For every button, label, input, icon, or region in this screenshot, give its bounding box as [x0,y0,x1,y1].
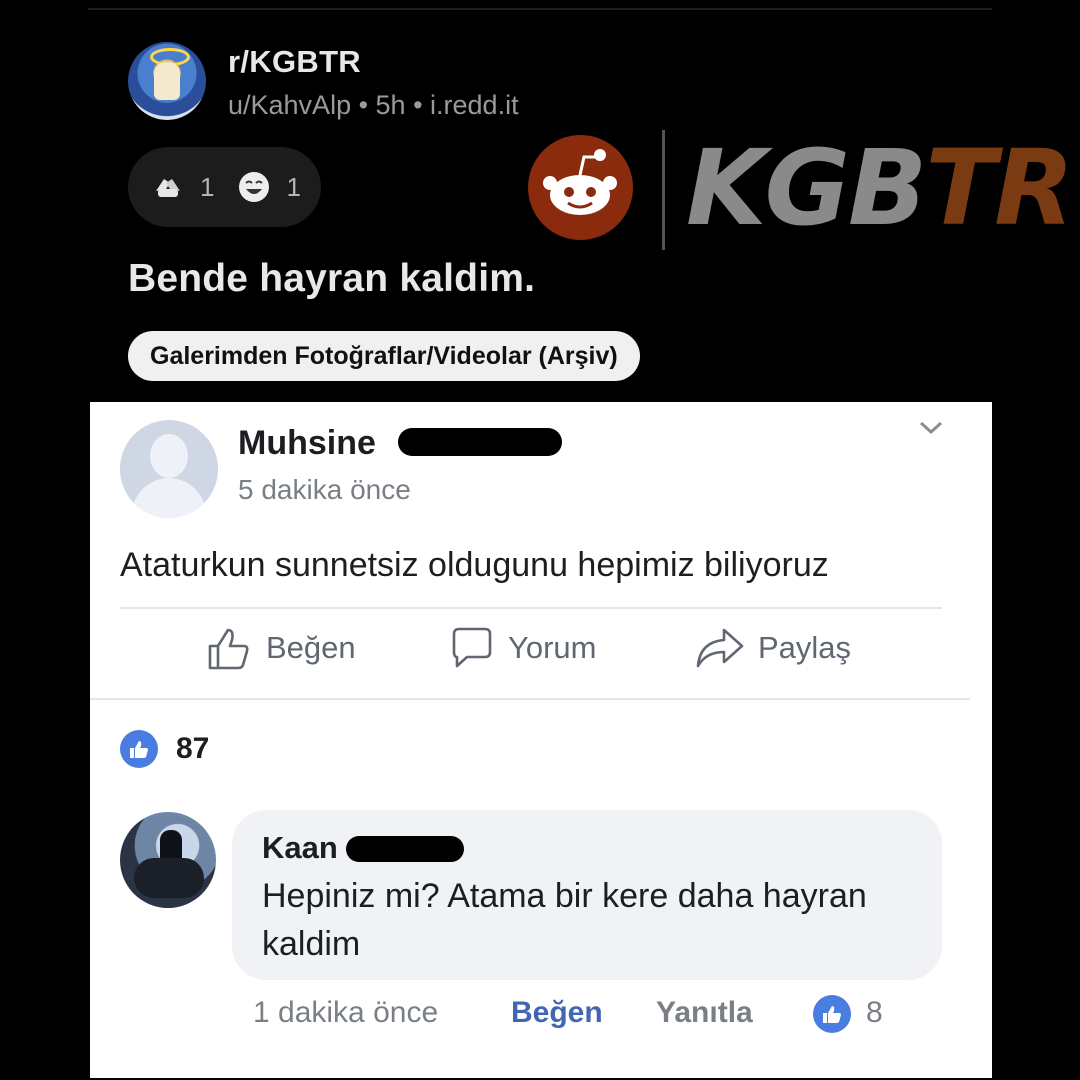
share-arrow-icon [696,628,744,668]
post-time: 5 dakika önce [238,474,411,505]
award-count: 1 [200,171,215,202]
thumbs-up-icon [208,628,249,670]
divider [88,8,992,10]
like-count: 87 [176,732,210,765]
like-badge-icon [120,730,158,768]
like-label: Beğen [266,630,356,665]
comment-button: Yorum [448,624,596,672]
post-flair[interactable]: Galerimden Fotoğraflar/Videolar (Arşiv) [128,331,640,381]
comment-text: Hepiniz mi? Atama bir kere daha hayran k… [262,877,867,963]
comment-reply-link: Yanıtla [656,996,753,1029]
chevron-down-icon [919,421,943,435]
facebook-screenshot[interactable]: Muhsine 5 dakika önce Ataturkun sunnetsi… [90,402,992,1078]
like-summary: 87 [120,730,209,768]
share-label: Paylaş [758,630,852,665]
hands-award-icon [156,179,180,197]
comment-label: Yorum [508,630,597,665]
comment-time: 1 dakika önce [253,996,439,1029]
like-button: Beğen [206,624,356,672]
commenter-avatar [120,812,216,908]
award-count: 1 [286,171,301,202]
avatar [120,420,218,518]
redaction-mark [398,428,562,456]
reddit-logo [528,135,633,240]
logo-separator [662,130,665,250]
subreddit-name[interactable]: r/KGBTR [228,44,361,80]
award-item: 1 [150,169,214,205]
subreddit-avatar[interactable] [128,42,206,120]
divider [120,607,942,609]
comment-like-count: 8 [866,996,883,1029]
comment-footer: 1 dakika önce Beğen Yanıtla 8 [90,994,992,1042]
kgbtr-logo: KGBTR [686,127,1074,249]
comment-like-badge-icon [812,994,852,1042]
share-button: Paylaş [694,624,851,672]
post-actions: Beğen Yorum Paylaş [90,624,992,684]
redaction-mark [346,836,464,862]
award-item: 1 [236,169,301,205]
comment-like-link: Beğen [511,996,603,1029]
post-text: Ataturkun sunnetsiz oldugunu hepimiz bil… [120,546,829,584]
laughing-face-award-icon [239,172,270,202]
divider [90,698,970,700]
post-author: Muhsine [238,424,376,462]
post-meta: u/KahvAlp • 5h • i.redd.it [228,90,519,120]
post-title[interactable]: Bende hayran kaldim. [128,257,535,301]
awards-pill[interactable]: 1 1 [128,147,321,227]
comment-author: Kaan [262,830,338,865]
speech-bubble-icon [452,627,492,668]
snoo-icon [543,149,617,215]
